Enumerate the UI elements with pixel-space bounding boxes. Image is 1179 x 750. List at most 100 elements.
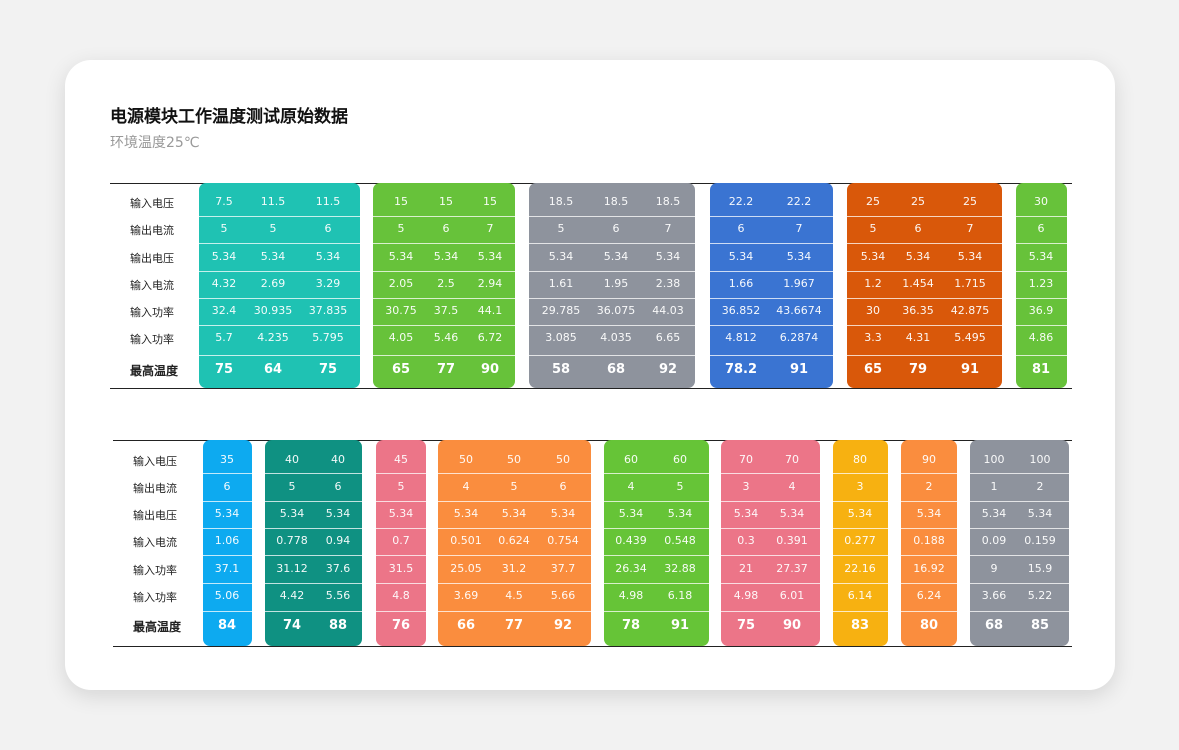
max-temperature-cell: 64 (263, 362, 283, 377)
value-cell: 6 (612, 222, 620, 235)
value-cell: 27.37 (776, 562, 808, 575)
row-separator (970, 611, 1069, 612)
value-cell: 6 (737, 222, 745, 235)
value-cell: 37.6 (325, 562, 351, 575)
row-separator (438, 528, 591, 529)
row-label: 输入电压 (130, 196, 174, 210)
row-separator (199, 325, 360, 326)
row-separator (604, 501, 709, 502)
value-cell: 30.935 (253, 304, 293, 317)
row-separator (833, 473, 888, 474)
max-temperature-cell: 81 (1031, 362, 1051, 377)
value-cell: 0.188 (913, 534, 945, 547)
row-separator (901, 473, 957, 474)
row-label: 输出电压 (133, 508, 177, 522)
value-cell: 11.5 (260, 195, 286, 208)
value-cell: 5.34 (260, 250, 286, 263)
value-cell: 5.34 (786, 250, 812, 263)
value-cell: 5.34 (550, 507, 576, 520)
row-separator (710, 271, 833, 272)
value-cell: 0.94 (325, 534, 351, 547)
row-separator (265, 555, 362, 556)
value-cell: 3.085 (545, 331, 577, 344)
value-cell: 7 (795, 222, 803, 235)
value-cell: 90 (922, 453, 936, 466)
row-separator (847, 216, 1002, 217)
value-cell: 18.5 (603, 195, 629, 208)
value-cell: 42.875 (950, 304, 990, 317)
row-separator (438, 611, 591, 612)
row-separator (833, 501, 888, 502)
value-cell: 0.159 (1024, 534, 1056, 547)
row-separator (901, 528, 957, 529)
value-cell: 7 (966, 222, 974, 235)
max-temperature-cell: 79 (908, 362, 928, 377)
value-cell: 2 (1036, 480, 1044, 493)
value-cell: 5.22 (1027, 589, 1053, 602)
value-cell: 1.66 (728, 277, 754, 290)
value-cell: 5 (269, 222, 277, 235)
value-cell: 0.391 (776, 534, 808, 547)
value-cell: 3.29 (315, 277, 341, 290)
value-cell: 16.92 (913, 562, 945, 575)
value-cell: 1.967 (783, 277, 815, 290)
row-separator (199, 355, 360, 356)
row-separator (1016, 325, 1067, 326)
value-cell: 31.5 (388, 562, 414, 575)
value-cell: 5.34 (655, 250, 681, 263)
max-temperature-cell: 92 (658, 362, 678, 377)
row-separator (970, 583, 1069, 584)
row-separator (376, 473, 426, 474)
value-cell: 43.6674 (776, 304, 822, 317)
max-temperature-cell: 91 (789, 362, 809, 377)
row-separator (529, 298, 695, 299)
max-temperature-cell: 92 (553, 618, 573, 633)
row-separator (438, 473, 591, 474)
value-cell: 22.2 (728, 195, 754, 208)
row-separator (710, 325, 833, 326)
max-temperature-cell: 75 (318, 362, 338, 377)
row-label: 输入功率 (130, 332, 174, 346)
row-separator (1016, 216, 1067, 217)
value-cell: 5.495 (954, 331, 986, 344)
value-cell: 5.34 (548, 250, 574, 263)
row-separator (529, 216, 695, 217)
max-temperature-cell: 58 (551, 362, 571, 377)
value-cell: 4.035 (600, 331, 632, 344)
value-cell: 6.18 (667, 589, 693, 602)
value-cell: 6 (334, 480, 342, 493)
value-cell: 5.34 (916, 507, 942, 520)
value-cell: 0.754 (547, 534, 579, 547)
value-cell: 2.94 (477, 277, 503, 290)
value-cell: 5.34 (1027, 507, 1053, 520)
row-separator (721, 583, 820, 584)
row-separator (438, 501, 591, 502)
value-cell: 6.65 (655, 331, 681, 344)
value-cell: 60 (673, 453, 687, 466)
value-cell: 45 (394, 453, 408, 466)
value-cell: 2 (925, 480, 933, 493)
value-cell: 5.795 (312, 331, 344, 344)
row-separator (199, 298, 360, 299)
page-subtitle: 环境温度25℃ (110, 135, 200, 151)
row-separator (373, 298, 515, 299)
value-cell: 6 (1037, 222, 1045, 235)
row-separator (199, 216, 360, 217)
value-cell: 5.34 (728, 250, 754, 263)
value-cell: 5.34 (388, 507, 414, 520)
row-separator (1016, 355, 1067, 356)
max-temperature-cell: 83 (850, 618, 870, 633)
row-separator (710, 355, 833, 356)
row-separator (604, 611, 709, 612)
row-separator (970, 555, 1069, 556)
value-cell: 80 (853, 453, 867, 466)
value-cell: 1.23 (1028, 277, 1054, 290)
value-cell: 5.56 (325, 589, 351, 602)
value-cell: 18.5 (655, 195, 681, 208)
value-cell: 11.5 (315, 195, 341, 208)
value-cell: 37.835 (308, 304, 348, 317)
value-cell: 35 (220, 453, 234, 466)
row-label: 输入功率 (130, 305, 174, 319)
value-cell: 4.235 (257, 331, 289, 344)
value-cell: 36.075 (596, 304, 636, 317)
